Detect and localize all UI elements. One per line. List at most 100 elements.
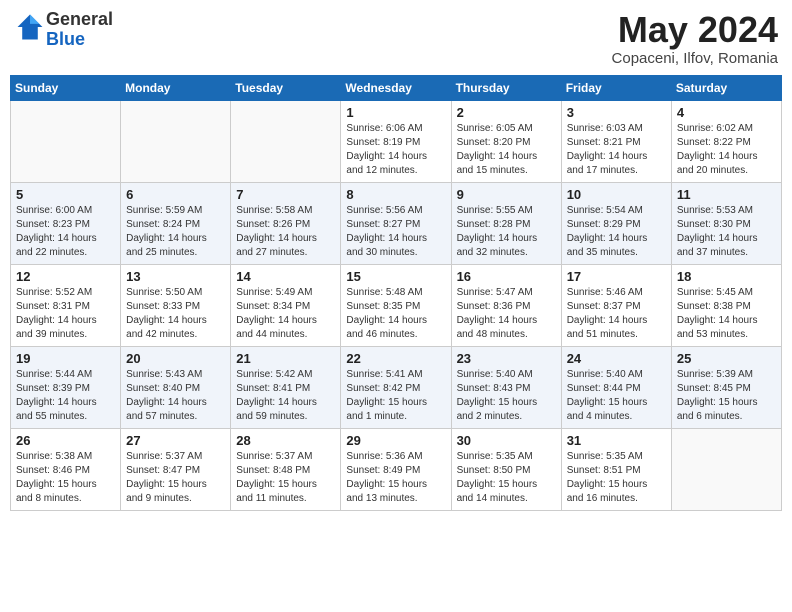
- day-header-friday: Friday: [561, 75, 671, 100]
- day-number: 26: [16, 433, 115, 448]
- calendar-day-cell: 10 Sunrise: 5:54 AM Sunset: 8:29 PM Dayli…: [561, 182, 671, 264]
- calendar-day-cell: 13 Sunrise: 5:50 AM Sunset: 8:33 PM Dayli…: [121, 264, 231, 346]
- day-number: 7: [236, 187, 335, 202]
- day-number: 13: [126, 269, 225, 284]
- day-number: 17: [567, 269, 666, 284]
- day-number: 1: [346, 105, 445, 120]
- day-info: Sunrise: 6:05 AM Sunset: 8:20 PM Dayligh…: [457, 122, 556, 178]
- day-number: 5: [16, 187, 115, 202]
- calendar-day-cell: 9 Sunrise: 5:55 AM Sunset: 8:28 PM Daylig…: [451, 182, 561, 264]
- calendar-week-row: 1 Sunrise: 6:06 AM Sunset: 8:19 PM Daylig…: [11, 100, 782, 182]
- day-info: Sunrise: 6:06 AM Sunset: 8:19 PM Dayligh…: [346, 122, 445, 178]
- calendar-day-cell: [671, 428, 781, 510]
- day-info: Sunrise: 5:53 AM Sunset: 8:30 PM Dayligh…: [677, 204, 776, 260]
- day-info: Sunrise: 5:43 AM Sunset: 8:40 PM Dayligh…: [126, 368, 225, 424]
- day-header-tuesday: Tuesday: [231, 75, 341, 100]
- calendar-day-cell: 18 Sunrise: 5:45 AM Sunset: 8:38 PM Dayli…: [671, 264, 781, 346]
- day-info: Sunrise: 5:54 AM Sunset: 8:29 PM Dayligh…: [567, 204, 666, 260]
- calendar-day-cell: 17 Sunrise: 5:46 AM Sunset: 8:37 PM Dayli…: [561, 264, 671, 346]
- calendar-day-cell: 30 Sunrise: 5:35 AM Sunset: 8:50 PM Dayli…: [451, 428, 561, 510]
- day-info: Sunrise: 5:47 AM Sunset: 8:36 PM Dayligh…: [457, 286, 556, 342]
- day-info: Sunrise: 5:37 AM Sunset: 8:48 PM Dayligh…: [236, 450, 335, 506]
- day-info: Sunrise: 5:52 AM Sunset: 8:31 PM Dayligh…: [16, 286, 115, 342]
- day-number: 9: [457, 187, 556, 202]
- day-number: 15: [346, 269, 445, 284]
- calendar-day-cell: 26Sunrise: 5:38 AM Sunset: 8:46 PM Dayli…: [11, 428, 121, 510]
- logo-general-text: General: [46, 9, 113, 29]
- day-number: 27: [126, 433, 225, 448]
- calendar-day-cell: 2 Sunrise: 6:05 AM Sunset: 8:20 PM Daylig…: [451, 100, 561, 182]
- logo-icon: [16, 13, 44, 41]
- day-info: Sunrise: 5:46 AM Sunset: 8:37 PM Dayligh…: [567, 286, 666, 342]
- calendar-day-cell: 29 Sunrise: 5:36 AM Sunset: 8:49 PM Dayli…: [341, 428, 451, 510]
- calendar-day-cell: 20 Sunrise: 5:43 AM Sunset: 8:40 PM Dayli…: [121, 346, 231, 428]
- day-number: 14: [236, 269, 335, 284]
- calendar-day-cell: [11, 100, 121, 182]
- day-number: 3: [567, 105, 666, 120]
- title-section: May 2024 Copaceni, Ilfov, Romania: [612, 10, 778, 67]
- calendar-day-cell: 4Sunrise: 6:02 AM Sunset: 8:22 PM Daylig…: [671, 100, 781, 182]
- day-number: 6: [126, 187, 225, 202]
- calendar-day-cell: 15 Sunrise: 5:48 AM Sunset: 8:35 PM Dayli…: [341, 264, 451, 346]
- page-header: General Blue May 2024 Copaceni, Ilfov, R…: [10, 10, 782, 67]
- calendar-table: SundayMondayTuesdayWednesdayThursdayFrid…: [10, 75, 782, 511]
- day-number: 29: [346, 433, 445, 448]
- day-header-saturday: Saturday: [671, 75, 781, 100]
- day-number: 8: [346, 187, 445, 202]
- calendar-header-row: SundayMondayTuesdayWednesdayThursdayFrid…: [11, 75, 782, 100]
- calendar-day-cell: [231, 100, 341, 182]
- calendar-day-cell: 7 Sunrise: 5:58 AM Sunset: 8:26 PM Daylig…: [231, 182, 341, 264]
- day-info: Sunrise: 5:35 AM Sunset: 8:50 PM Dayligh…: [457, 450, 556, 506]
- day-number: 4: [677, 105, 776, 120]
- calendar-week-row: 19Sunrise: 5:44 AM Sunset: 8:39 PM Dayli…: [11, 346, 782, 428]
- day-info: Sunrise: 5:58 AM Sunset: 8:26 PM Dayligh…: [236, 204, 335, 260]
- logo: General Blue: [14, 10, 113, 50]
- day-number: 2: [457, 105, 556, 120]
- day-info: Sunrise: 5:48 AM Sunset: 8:35 PM Dayligh…: [346, 286, 445, 342]
- calendar-day-cell: [121, 100, 231, 182]
- calendar-day-cell: 22Sunrise: 5:41 AM Sunset: 8:42 PM Dayli…: [341, 346, 451, 428]
- day-header-thursday: Thursday: [451, 75, 561, 100]
- day-info: Sunrise: 6:00 AM Sunset: 8:23 PM Dayligh…: [16, 204, 115, 260]
- calendar-week-row: 5 Sunrise: 6:00 AM Sunset: 8:23 PM Daylig…: [11, 182, 782, 264]
- day-number: 30: [457, 433, 556, 448]
- day-info: Sunrise: 5:45 AM Sunset: 8:38 PM Dayligh…: [677, 286, 776, 342]
- day-number: 11: [677, 187, 776, 202]
- day-number: 18: [677, 269, 776, 284]
- calendar-day-cell: 16 Sunrise: 5:47 AM Sunset: 8:36 PM Dayli…: [451, 264, 561, 346]
- calendar-week-row: 12 Sunrise: 5:52 AM Sunset: 8:31 PM Dayli…: [11, 264, 782, 346]
- day-info: Sunrise: 6:03 AM Sunset: 8:21 PM Dayligh…: [567, 122, 666, 178]
- calendar-day-cell: 14 Sunrise: 5:49 AM Sunset: 8:34 PM Dayli…: [231, 264, 341, 346]
- day-info: Sunrise: 5:39 AM Sunset: 8:45 PM Dayligh…: [677, 368, 776, 424]
- day-number: 10: [567, 187, 666, 202]
- calendar-day-cell: 11 Sunrise: 5:53 AM Sunset: 8:30 PM Dayli…: [671, 182, 781, 264]
- calendar-day-cell: 19Sunrise: 5:44 AM Sunset: 8:39 PM Dayli…: [11, 346, 121, 428]
- calendar-day-cell: 12 Sunrise: 5:52 AM Sunset: 8:31 PM Dayli…: [11, 264, 121, 346]
- month-title: May 2024: [612, 10, 778, 50]
- day-header-sunday: Sunday: [11, 75, 121, 100]
- day-number: 16: [457, 269, 556, 284]
- day-header-wednesday: Wednesday: [341, 75, 451, 100]
- calendar-day-cell: 23Sunrise: 5:40 AM Sunset: 8:43 PM Dayli…: [451, 346, 561, 428]
- calendar-day-cell: 5 Sunrise: 6:00 AM Sunset: 8:23 PM Daylig…: [11, 182, 121, 264]
- calendar-day-cell: 27Sunrise: 5:37 AM Sunset: 8:47 PM Dayli…: [121, 428, 231, 510]
- day-info: Sunrise: 5:44 AM Sunset: 8:39 PM Dayligh…: [16, 368, 115, 424]
- day-info: Sunrise: 5:55 AM Sunset: 8:28 PM Dayligh…: [457, 204, 556, 260]
- day-number: 28: [236, 433, 335, 448]
- day-number: 24: [567, 351, 666, 366]
- calendar-day-cell: 31Sunrise: 5:35 AM Sunset: 8:51 PM Dayli…: [561, 428, 671, 510]
- day-info: Sunrise: 5:36 AM Sunset: 8:49 PM Dayligh…: [346, 450, 445, 506]
- day-info: Sunrise: 5:50 AM Sunset: 8:33 PM Dayligh…: [126, 286, 225, 342]
- calendar-day-cell: 21 Sunrise: 5:42 AM Sunset: 8:41 PM Dayli…: [231, 346, 341, 428]
- day-number: 20: [126, 351, 225, 366]
- calendar-day-cell: 1 Sunrise: 6:06 AM Sunset: 8:19 PM Daylig…: [341, 100, 451, 182]
- day-number: 12: [16, 269, 115, 284]
- calendar-week-row: 26Sunrise: 5:38 AM Sunset: 8:46 PM Dayli…: [11, 428, 782, 510]
- day-info: Sunrise: 5:59 AM Sunset: 8:24 PM Dayligh…: [126, 204, 225, 260]
- day-info: Sunrise: 5:49 AM Sunset: 8:34 PM Dayligh…: [236, 286, 335, 342]
- day-info: Sunrise: 5:42 AM Sunset: 8:41 PM Dayligh…: [236, 368, 335, 424]
- location-text: Copaceni, Ilfov, Romania: [612, 50, 778, 67]
- day-info: Sunrise: 5:56 AM Sunset: 8:27 PM Dayligh…: [346, 204, 445, 260]
- day-number: 21: [236, 351, 335, 366]
- calendar-day-cell: 8 Sunrise: 5:56 AM Sunset: 8:27 PM Daylig…: [341, 182, 451, 264]
